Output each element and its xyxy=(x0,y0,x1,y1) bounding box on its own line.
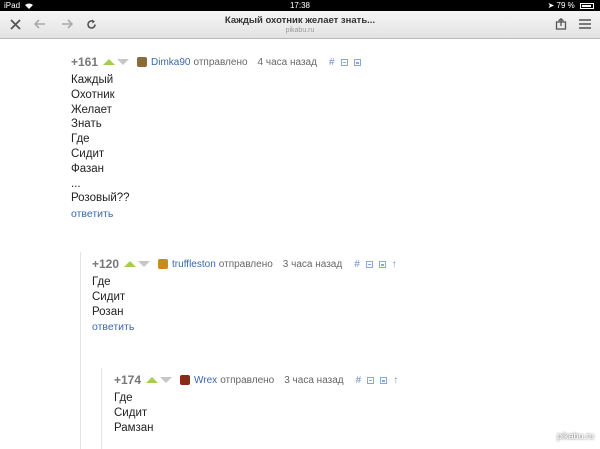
comment-sent-label: отправлено xyxy=(218,258,273,270)
comment-body: Где Сидит Рамзан xyxy=(114,391,404,435)
comment-line: Рамзан xyxy=(114,421,154,434)
vote-up-icon[interactable] xyxy=(146,377,159,383)
permalink-link[interactable]: # xyxy=(329,57,335,68)
status-bar: iPad 17:38 ➤ 79 % xyxy=(0,0,600,11)
url-field[interactable]: pikabu.ru xyxy=(0,27,600,34)
reply-link[interactable]: ответить xyxy=(92,321,403,333)
status-right: ➤ 79 % xyxy=(548,0,594,11)
comment-header: +120 truffleston отправлено 3 часа назад… xyxy=(92,257,403,271)
comment-time: 3 часа назад xyxy=(282,258,343,270)
comment-body: Каждый Охотник Желает Знать Где Сидит Фа… xyxy=(71,73,367,206)
comment-line: Каждый xyxy=(71,74,114,86)
comment-line: Розовый?? xyxy=(71,192,130,205)
collapse-icon[interactable] xyxy=(365,260,373,268)
comment-line: Фазан xyxy=(71,162,105,175)
comment-rating: +161 xyxy=(71,55,99,69)
thread-line xyxy=(101,368,102,449)
reply-link[interactable]: ответить xyxy=(71,208,367,220)
comment-line: Где xyxy=(71,133,90,146)
comment-line: Сидит xyxy=(71,147,105,160)
avatar xyxy=(137,57,148,67)
comment-line: Охотник xyxy=(71,88,115,101)
share-button[interactable] xyxy=(552,14,570,34)
watermark: pikabu.ru xyxy=(556,431,594,441)
comment-time: 4 часа назад xyxy=(257,56,317,68)
save-icon[interactable] xyxy=(378,260,386,268)
permalink-link[interactable]: # xyxy=(356,375,362,386)
avatar xyxy=(158,259,169,269)
parent-link-icon[interactable]: ↑ xyxy=(393,375,398,386)
vote-down-icon[interactable] xyxy=(138,261,151,267)
comment-rating: +120 xyxy=(92,257,120,271)
comment-line: Где xyxy=(92,276,111,288)
parent-link-icon[interactable]: ↑ xyxy=(392,259,397,270)
vote-down-icon[interactable] xyxy=(117,59,130,65)
status-time: 17:38 xyxy=(289,1,311,10)
share-icon xyxy=(555,18,567,30)
comment-line: Желает xyxy=(71,103,112,116)
comment-line: Сидит xyxy=(92,290,126,303)
location-icon: ➤ xyxy=(547,1,555,10)
comment: +161 Dimka90 отправлено 4 часа назад # К… xyxy=(71,55,367,220)
comment-time: 3 часа назад xyxy=(284,374,344,386)
comment-body: Где Сидит Розан xyxy=(92,275,403,319)
comment-author[interactable]: truffleston xyxy=(172,259,216,270)
battery-icon xyxy=(580,2,594,9)
comment-sent-label: отправлено xyxy=(193,56,248,68)
comment-line: Розан xyxy=(92,305,124,318)
vote-down-icon[interactable] xyxy=(160,377,173,383)
save-icon[interactable] xyxy=(380,376,388,384)
collapse-icon[interactable] xyxy=(340,58,348,66)
comment-header: +174 Wrex отправлено 3 часа назад # ↑ xyxy=(114,373,404,387)
comment-header: +161 Dimka90 отправлено 4 часа назад # xyxy=(71,55,367,69)
menu-icon xyxy=(579,19,591,29)
avatar xyxy=(180,375,191,385)
page-title: Каждый охотник желает знать... xyxy=(224,15,376,26)
comment-line: Знать xyxy=(71,118,102,131)
comment-author[interactable]: Wrex xyxy=(194,375,217,386)
comment-rating: +174 xyxy=(114,373,142,387)
vote-up-icon[interactable] xyxy=(103,59,116,65)
browser-toolbar: Каждый охотник желает знать... pikabu.ru xyxy=(0,11,600,39)
comment: +174 Wrex отправлено 3 часа назад # ↑ Гд… xyxy=(114,373,404,435)
collapse-icon[interactable] xyxy=(367,376,375,384)
battery-text: 79 % xyxy=(556,1,575,10)
permalink-link[interactable]: # xyxy=(354,259,360,270)
vote-up-icon[interactable] xyxy=(124,261,137,267)
save-icon[interactable] xyxy=(353,58,361,66)
comment: +120 truffleston отправлено 3 часа назад… xyxy=(92,257,403,333)
comment-line: ... xyxy=(71,177,81,190)
thread-line xyxy=(80,252,81,449)
comment-author[interactable]: Dimka90 xyxy=(151,57,190,68)
menu-button[interactable] xyxy=(576,14,594,34)
comment-sent-label: отправлено xyxy=(220,374,275,386)
comment-line: Сидит xyxy=(114,406,148,419)
comment-line: Где xyxy=(114,392,133,404)
